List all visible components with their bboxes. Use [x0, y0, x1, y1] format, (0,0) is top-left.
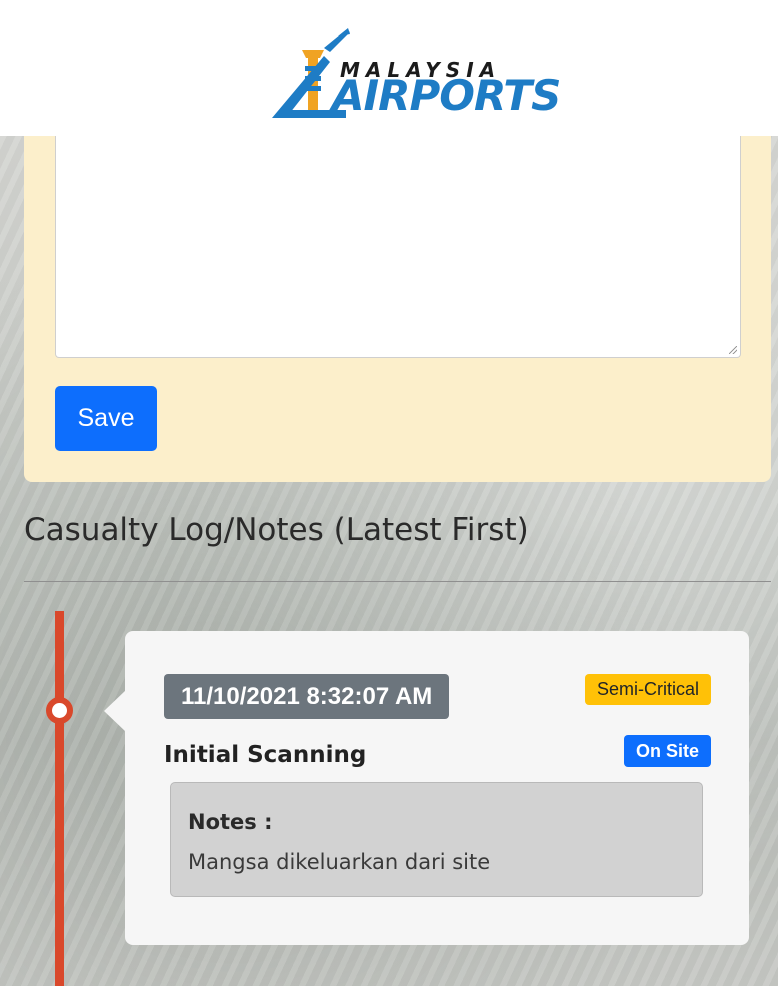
timeline-dot-icon [46, 697, 73, 724]
app-header: MALAYSIA AIRPORTS [0, 0, 778, 136]
entry-stage-title: Initial Scanning [164, 742, 367, 768]
timeline-line [55, 611, 64, 986]
status-badge: On Site [623, 735, 711, 767]
severity-badge: Semi-Critical [584, 674, 711, 705]
notes-label: Notes : [188, 810, 273, 834]
casualty-log-title: Casualty Log/Notes (Latest First) [24, 512, 529, 548]
log-entry-card: 11/10/2021 8:32:07 AM Semi-Critical On S… [125, 631, 749, 945]
logo-text-airports: AIRPORTS [332, 71, 561, 120]
resize-grip-icon[interactable] [729, 346, 737, 354]
entry-pointer [104, 690, 126, 732]
malaysia-airports-logo: MALAYSIA AIRPORTS [264, 18, 561, 118]
notes-textarea[interactable] [55, 136, 741, 358]
notes-text: Mangsa dikeluarkan dari site [188, 850, 491, 874]
save-button[interactable]: Save [55, 386, 157, 451]
notes-form-card: Save [24, 136, 771, 482]
section-divider [24, 581, 771, 582]
timestamp-badge: 11/10/2021 8:32:07 AM [164, 674, 450, 719]
notes-box: Notes : Mangsa dikeluarkan dari site [170, 782, 703, 897]
